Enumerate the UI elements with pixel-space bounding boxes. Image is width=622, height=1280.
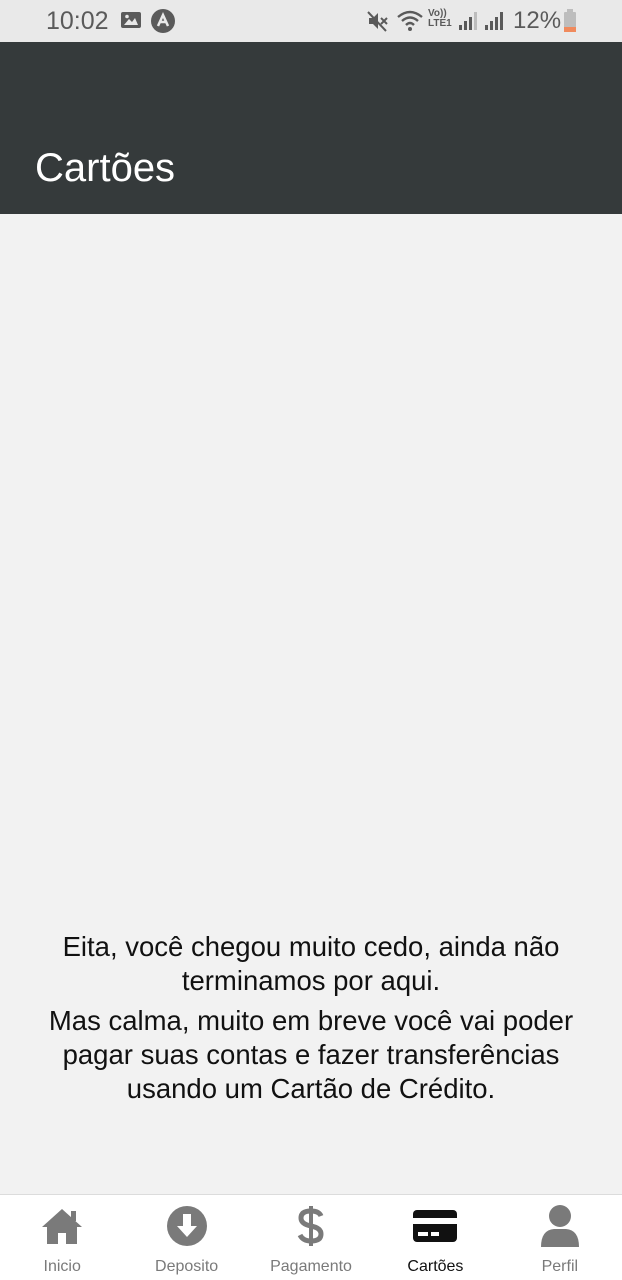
signal-icon xyxy=(458,9,480,36)
download-circle-icon xyxy=(166,1205,208,1247)
dollar-icon xyxy=(297,1205,325,1247)
nav-item-perfil[interactable]: Perfil xyxy=(498,1195,622,1280)
status-time: 10:02 xyxy=(46,7,109,35)
home-icon xyxy=(39,1205,85,1247)
wifi-icon xyxy=(396,9,424,38)
nav-item-inicio[interactable]: Inicio xyxy=(0,1195,124,1280)
nav-item-deposito[interactable]: Deposito xyxy=(124,1195,248,1280)
nav-label: Inicio xyxy=(43,1258,81,1275)
nav-item-cartoes[interactable]: Cartões xyxy=(373,1195,497,1280)
status-bar: 10:02 Vo)) LTE1 12% xyxy=(0,0,622,42)
volte-label-bottom: LTE1 xyxy=(428,18,452,29)
credit-card-icon xyxy=(412,1205,458,1247)
image-icon xyxy=(120,10,142,35)
nav-item-pagamento[interactable]: Pagamento xyxy=(249,1195,373,1280)
message-line-2: Mas calma, muito em breve você vai poder… xyxy=(48,1005,574,1104)
mute-icon xyxy=(366,9,390,38)
app-notification-icon xyxy=(150,8,176,39)
user-icon xyxy=(540,1205,580,1247)
nav-label: Cartões xyxy=(407,1258,464,1275)
nav-label: Perfil xyxy=(541,1258,579,1275)
message-line-1: Eita, você chegou muito cedo, ainda não … xyxy=(62,931,560,996)
nav-label: Pagamento xyxy=(270,1258,352,1275)
volte-icon: Vo)) LTE1 xyxy=(428,9,456,29)
nav-label: Deposito xyxy=(155,1258,219,1275)
page-title: Cartões xyxy=(35,146,176,190)
app-header: Cartões xyxy=(0,42,622,214)
battery-percent: 12% xyxy=(513,7,562,34)
coming-soon-message: Eita, você chegou muito cedo, ainda não … xyxy=(20,930,602,1106)
signal-icon xyxy=(484,9,506,36)
battery-low-icon xyxy=(563,9,577,38)
bottom-navigation: Inicio Deposito Pagamento Cartões Perfil xyxy=(0,1194,622,1280)
content-area: Eita, você chegou muito cedo, ainda não … xyxy=(0,214,622,1194)
